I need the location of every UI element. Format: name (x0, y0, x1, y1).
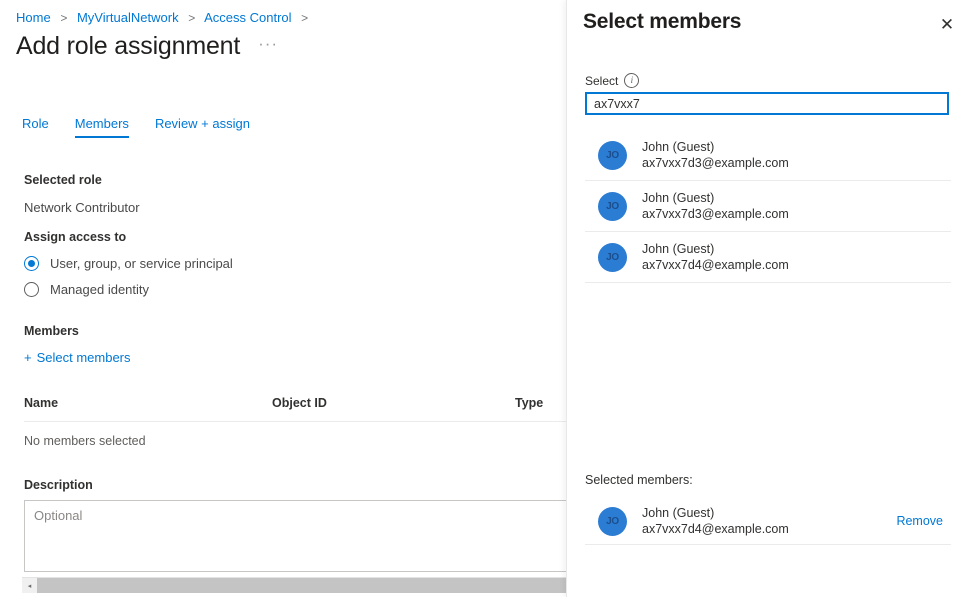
members-table-empty-row: No members selected (24, 422, 566, 448)
tab-members[interactable]: Members (75, 116, 129, 138)
breadcrumb-item-home[interactable]: Home (16, 10, 51, 25)
radio-user-group-service-principal[interactable]: User, group, or service principal (24, 256, 233, 271)
wizard-tabs: Role Members Review + assign (22, 116, 250, 138)
column-header-type: Type (515, 396, 566, 410)
person-email: ax7vxx7d4@example.com (642, 257, 789, 274)
person-name: John (Guest) (642, 505, 789, 522)
members-table-header: Name Object ID Type (24, 396, 566, 422)
members-label: Members (24, 324, 79, 338)
members-table: Name Object ID Type No members selected (24, 396, 566, 448)
list-item[interactable]: JO John (Guest) ax7vxx7d3@example.com (585, 130, 951, 181)
person-name: John (Guest) (642, 190, 789, 207)
person-text: John (Guest) ax7vxx7d3@example.com (642, 139, 789, 172)
add-role-assignment-blade: Home > MyVirtualNetwork > Access Control… (0, 0, 566, 597)
panel-title: Select members (583, 10, 741, 34)
select-members-link[interactable]: + Select members (24, 350, 131, 365)
avatar: JO (598, 243, 627, 272)
person-email: ax7vxx7d3@example.com (642, 206, 789, 223)
person-email: ax7vxx7d3@example.com (642, 155, 789, 172)
tab-role[interactable]: Role (22, 116, 49, 138)
page-title-row: Add role assignment ··· (16, 32, 278, 61)
column-header-object-id: Object ID (272, 396, 515, 410)
description-input[interactable] (24, 500, 566, 572)
breadcrumb-separator: > (60, 11, 67, 25)
page-title: Add role assignment (16, 32, 240, 61)
selected-members-label: Selected members: (585, 473, 951, 487)
list-item[interactable]: JO John (Guest) ax7vxx7d4@example.com (585, 232, 951, 283)
breadcrumb-separator: > (301, 11, 308, 25)
list-item[interactable]: JO John (Guest) ax7vxx7d3@example.com (585, 181, 951, 232)
assign-access-to-label: Assign access to (24, 230, 126, 244)
avatar: JO (598, 192, 627, 221)
search-results-list: JO John (Guest) ax7vxx7d3@example.com JO… (585, 130, 951, 283)
selected-role-label: Selected role (24, 173, 102, 187)
breadcrumb-item-access-control[interactable]: Access Control (204, 10, 291, 25)
avatar: JO (598, 507, 627, 536)
breadcrumb-separator: > (188, 11, 195, 25)
selected-members-section: Selected members: JO John (Guest) ax7vxx… (585, 473, 951, 545)
radio-label: Managed identity (50, 282, 149, 297)
person-email: ax7vxx7d4@example.com (642, 521, 789, 538)
select-members-panel: Select members ✕ Select i JO John (Guest… (566, 0, 972, 597)
scrollbar-thumb[interactable] (37, 578, 566, 593)
selected-member-row: JO John (Guest) ax7vxx7d4@example.com Re… (585, 498, 951, 545)
avatar: JO (598, 141, 627, 170)
remove-member-link[interactable]: Remove (896, 514, 943, 528)
tab-review-assign[interactable]: Review + assign (155, 116, 250, 138)
person-name: John (Guest) (642, 139, 789, 156)
person-name: John (Guest) (642, 241, 789, 258)
empty-state-message: No members selected (24, 434, 272, 448)
description-label: Description (24, 478, 93, 492)
scroll-left-arrow-icon[interactable]: ◂ (22, 578, 37, 593)
select-field-label: Select i (585, 73, 639, 88)
radio-managed-identity[interactable]: Managed identity (24, 282, 149, 297)
select-members-link-label: Select members (37, 350, 131, 365)
breadcrumb-item-myvirtualnetwork[interactable]: MyVirtualNetwork (77, 10, 179, 25)
column-header-name: Name (24, 396, 272, 410)
radio-label: User, group, or service principal (50, 256, 233, 271)
close-icon[interactable]: ✕ (935, 12, 959, 36)
breadcrumb: Home > MyVirtualNetwork > Access Control… (16, 10, 314, 25)
select-label-text: Select (585, 74, 618, 88)
radio-mark-icon (24, 256, 39, 271)
more-options-icon[interactable]: ··· (258, 34, 278, 60)
radio-mark-icon (24, 282, 39, 297)
person-text: John (Guest) ax7vxx7d3@example.com (642, 190, 789, 223)
person-text: John (Guest) ax7vxx7d4@example.com (642, 241, 789, 274)
person-text: John (Guest) ax7vxx7d4@example.com (642, 505, 789, 538)
search-input[interactable] (585, 92, 949, 115)
plus-icon: + (24, 350, 32, 365)
horizontal-scrollbar[interactable]: ◂ (22, 577, 566, 593)
selected-role-value: Network Contributor (24, 200, 140, 215)
info-icon[interactable]: i (624, 73, 639, 88)
